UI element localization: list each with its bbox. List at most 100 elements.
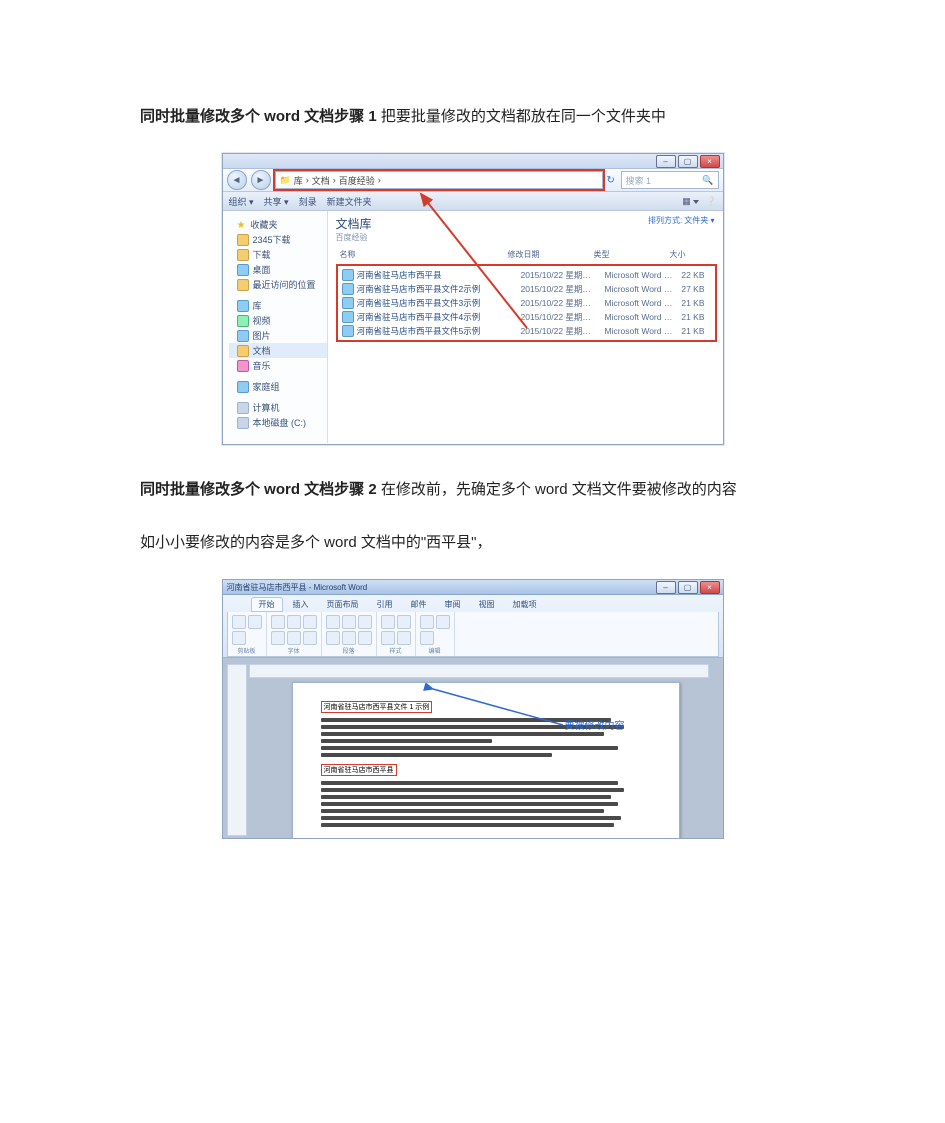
newfolder-button[interactable]: 新建文件夹 xyxy=(327,195,372,208)
ribbon-button[interactable] xyxy=(232,615,246,629)
word-close-button[interactable]: × xyxy=(700,581,720,594)
col-type[interactable]: 类型 xyxy=(594,249,670,260)
nav-fav-3[interactable]: 最近访问的位置 xyxy=(229,277,327,292)
explorer-screenshot: – ▢ × ◄ ► 📁 库› 文档› 百度经验› ↻ 搜索 1 🔍 组织 ▾ 共… xyxy=(222,153,724,445)
help-icon[interactable]: ❔ xyxy=(705,196,716,207)
folder-icon xyxy=(237,249,249,261)
ribbon-button[interactable] xyxy=(303,631,317,645)
address-bar[interactable]: 📁 库› 文档› 百度经验› xyxy=(275,171,603,189)
organize-button[interactable]: 组织 ▾ xyxy=(229,195,254,208)
ribbon-tab[interactable]: 插入 xyxy=(285,597,317,612)
star-icon: ★ xyxy=(237,220,247,230)
word-doc-icon xyxy=(342,297,354,309)
ribbon-tab[interactable]: 加载项 xyxy=(505,597,545,612)
ribbon-button[interactable] xyxy=(420,631,434,645)
nav-lib-pictures[interactable]: 图片 xyxy=(229,328,327,343)
ribbon-button[interactable] xyxy=(381,615,395,629)
ribbon-button[interactable] xyxy=(358,631,372,645)
ribbon-button[interactable] xyxy=(271,615,285,629)
refresh-icon[interactable]: ↻ xyxy=(607,175,617,185)
word-screenshot: 河南省驻马店市西平县 - Microsoft Word – ▢ × 开始插入页面… xyxy=(222,579,724,839)
nav-lib-music[interactable]: 音乐 xyxy=(229,358,327,373)
search-input[interactable]: 搜索 1 🔍 xyxy=(621,171,719,189)
ribbon-button[interactable] xyxy=(271,631,285,645)
library-subtitle: 百度经验 xyxy=(336,232,372,243)
crumb-0[interactable]: 库 xyxy=(294,174,303,187)
ribbon-body: 剪贴板字体段落样式编辑 xyxy=(227,612,719,657)
crumb-1[interactable]: 文档 xyxy=(312,174,330,187)
file-type: Microsoft Word … xyxy=(605,326,677,336)
ribbon-button[interactable] xyxy=(287,615,301,629)
word-maximize-button[interactable]: ▢ xyxy=(678,581,698,594)
col-size[interactable]: 大小 xyxy=(670,249,715,260)
ribbon-tab[interactable]: 审阅 xyxy=(437,597,469,612)
file-row[interactable]: 河南省驻马店市西平县2015/10/22 星期…Microsoft Word …… xyxy=(340,268,713,282)
computer-icon xyxy=(237,402,249,414)
nav-computer[interactable]: 计算机 xyxy=(229,400,327,415)
file-type: Microsoft Word … xyxy=(605,312,677,322)
recent-icon xyxy=(237,279,249,291)
ribbon-tab[interactable]: 邮件 xyxy=(403,597,435,612)
col-date[interactable]: 修改日期 xyxy=(508,249,594,260)
maximize-button[interactable]: ▢ xyxy=(678,155,698,168)
sort-dropdown[interactable]: 排列方式: 文件夹 ▾ xyxy=(648,215,714,226)
file-size: 21 KB xyxy=(677,326,711,336)
word-title-text: 河南省驻马店市西平县 - Microsoft Word xyxy=(227,582,368,593)
ribbon-button[interactable] xyxy=(381,631,395,645)
ribbon-button[interactable] xyxy=(303,615,317,629)
nav-lib-videos[interactable]: 视频 xyxy=(229,313,327,328)
ribbon-button[interactable] xyxy=(358,615,372,629)
ribbon-tab[interactable]: 页面布局 xyxy=(319,597,367,612)
nav-forward-button[interactable]: ► xyxy=(251,170,271,190)
ribbon-button[interactable] xyxy=(326,631,340,645)
ribbon-group-label: 剪贴板 xyxy=(231,646,263,655)
ribbon-button[interactable] xyxy=(342,615,356,629)
ribbon-button[interactable] xyxy=(287,631,301,645)
ribbon-tab[interactable]: 视图 xyxy=(471,597,503,612)
minimize-button[interactable]: – xyxy=(656,155,676,168)
pictures-icon xyxy=(237,330,249,342)
nav-favorites[interactable]: ★收藏夹 xyxy=(229,217,327,232)
file-date: 2015/10/22 星期… xyxy=(521,269,605,281)
burn-button[interactable]: 刻录 xyxy=(299,195,317,208)
content-pane: 文档库 百度经验 排列方式: 文件夹 ▾ 名称 修改日期 类型 大小 河南省驻马… xyxy=(328,211,723,443)
file-row[interactable]: 河南省驻马店市西平县文件3示例2015/10/22 星期…Microsoft W… xyxy=(340,296,713,310)
file-row[interactable]: 河南省驻马店市西平县文件2示例2015/10/22 星期…Microsoft W… xyxy=(340,282,713,296)
ribbon-group: 段落 xyxy=(322,612,377,656)
nav-homegroup[interactable]: 家庭组 xyxy=(229,379,327,394)
file-row[interactable]: 河南省驻马店市西平县文件4示例2015/10/22 星期…Microsoft W… xyxy=(340,310,713,324)
file-size: 27 KB xyxy=(677,284,711,294)
ribbon-button[interactable] xyxy=(248,615,262,629)
nav-lib-documents[interactable]: 文档 xyxy=(229,343,327,358)
file-row[interactable]: 河南省驻马店市西平县文件5示例2015/10/22 星期…Microsoft W… xyxy=(340,324,713,338)
view-icon[interactable]: ▦ xyxy=(682,196,699,207)
nav-fav-2[interactable]: 桌面 xyxy=(229,262,327,277)
ribbon-button[interactable] xyxy=(342,631,356,645)
ribbon-tab[interactable]: 引用 xyxy=(369,597,401,612)
ribbon-button[interactable] xyxy=(436,615,450,629)
step1-rest: 把要批量修改的文档都放在同一个文件夹中 xyxy=(377,108,666,125)
nav-back-button[interactable]: ◄ xyxy=(227,170,247,190)
ribbon-button[interactable] xyxy=(232,631,246,645)
column-headers: 名称 修改日期 类型 大小 xyxy=(328,243,723,262)
ribbon-tab[interactable]: 开始 xyxy=(251,597,283,612)
nav-drive-c[interactable]: 本地磁盘 (C:) xyxy=(229,415,327,430)
word-minimize-button[interactable]: – xyxy=(656,581,676,594)
nav-libraries[interactable]: 库 xyxy=(229,298,327,313)
ribbon-button[interactable] xyxy=(397,615,411,629)
ribbon-button[interactable] xyxy=(326,615,340,629)
share-button[interactable]: 共享 ▾ xyxy=(264,195,289,208)
crumb-2[interactable]: 百度经验 xyxy=(339,174,375,187)
nav-fav-0[interactable]: 2345下载 xyxy=(229,232,327,247)
step1-paragraph: 同时批量修改多个 word 文档步骤 1 把要批量修改的文档都放在同一个文件夹中 xyxy=(110,100,835,133)
ribbon: 开始插入页面布局引用邮件审阅视图加载项 剪贴板字体段落样式编辑 xyxy=(223,595,723,658)
ribbon-button[interactable] xyxy=(397,631,411,645)
folder-icon: 📁 xyxy=(280,175,291,186)
ribbon-button[interactable] xyxy=(420,615,434,629)
col-name[interactable]: 名称 xyxy=(340,249,508,260)
nav-fav-1[interactable]: 下载 xyxy=(229,247,327,262)
file-date: 2015/10/22 星期… xyxy=(521,297,605,309)
close-button[interactable]: × xyxy=(700,155,720,168)
library-title: 文档库 xyxy=(336,215,372,232)
ribbon-group: 编辑 xyxy=(416,612,455,656)
